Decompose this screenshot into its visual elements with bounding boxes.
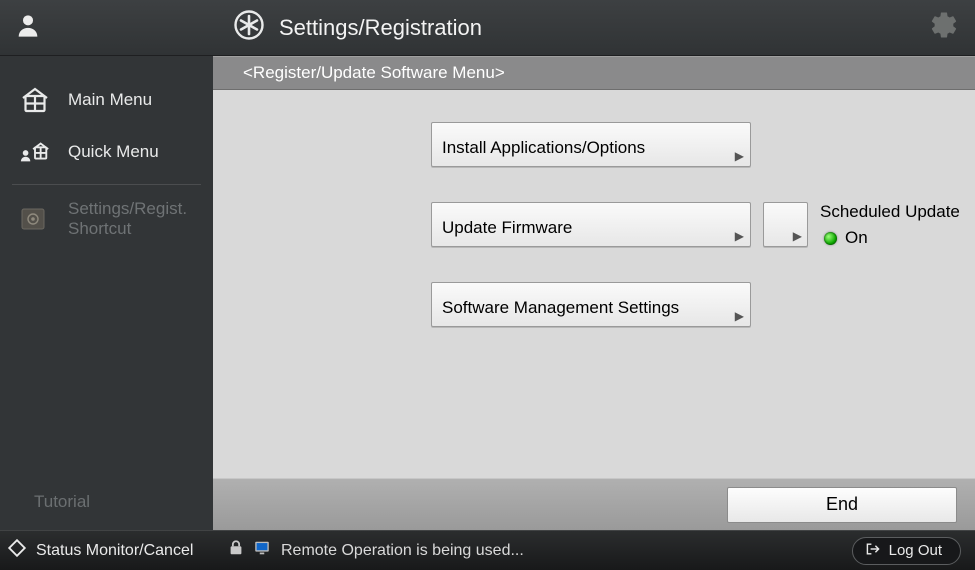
sidebar-item-label: Settings/Regist.Shortcut	[68, 199, 187, 238]
chevron-right-icon: ▶	[735, 309, 744, 323]
chevron-right-icon: ▶	[735, 149, 744, 163]
scheduled-update-button[interactable]: ▶	[763, 202, 808, 247]
page-title: Settings/Registration	[279, 15, 482, 41]
scheduled-status-text: On	[845, 228, 868, 248]
status-bar: Status Monitor/Cancel Remote Operation i…	[0, 530, 975, 570]
quick-menu-item[interactable]: Quick Menu	[0, 126, 213, 178]
tutorial-item[interactable]: Tutorial	[0, 480, 213, 530]
header: Settings/Registration	[213, 0, 975, 56]
quick-menu-icon	[18, 138, 52, 166]
diamond-icon	[6, 537, 28, 564]
scheduled-label: Scheduled Update	[820, 202, 960, 222]
button-label: Update Firmware	[442, 218, 572, 237]
sidebar-divider	[12, 184, 201, 185]
sidebar-nav: Main Menu	[0, 56, 213, 250]
content: Install Applications/Options ▶ Update Fi…	[213, 90, 975, 478]
lock-icon	[227, 539, 245, 562]
status-monitor-button[interactable]: Status Monitor/Cancel	[6, 537, 213, 564]
breadcrumb-text: <Register/Update Software Menu>	[243, 63, 505, 83]
user-icon	[14, 11, 42, 44]
monitor-icon	[253, 539, 271, 562]
software-management-button[interactable]: Software Management Settings ▶	[431, 282, 751, 327]
logout-label: Log Out	[889, 542, 942, 559]
main-menu-item[interactable]: Main Menu	[0, 74, 213, 126]
logout-button[interactable]: Log Out	[852, 537, 961, 565]
status-led-icon	[824, 232, 837, 245]
install-applications-button[interactable]: Install Applications/Options ▶	[431, 122, 751, 167]
status-icons	[227, 539, 271, 562]
end-button[interactable]: End	[727, 487, 957, 523]
sidebar-item-label: Quick Menu	[68, 142, 159, 162]
gear-note-icon	[18, 205, 52, 233]
gear-icon[interactable]	[929, 10, 959, 45]
button-label: End	[826, 494, 858, 514]
settings-shortcut-item[interactable]: Settings/Regist.Shortcut	[0, 187, 213, 250]
sidebar-item-label: Main Menu	[68, 90, 152, 110]
main: Settings/Registration <Register/Update S…	[213, 0, 975, 530]
chevron-right-icon: ▶	[793, 229, 802, 243]
chevron-right-icon: ▶	[735, 229, 744, 243]
breadcrumb: <Register/Update Software Menu>	[213, 56, 975, 90]
status-message: Remote Operation is being used...	[281, 542, 524, 560]
status-monitor-label: Status Monitor/Cancel	[36, 542, 193, 560]
asterisk-icon	[233, 9, 265, 46]
scheduled-update-status: Scheduled Update On	[820, 202, 960, 248]
footer-bar: End	[213, 478, 975, 530]
user-row	[0, 0, 213, 56]
button-label: Software Management Settings	[442, 298, 679, 317]
sidebar: Main Menu	[0, 0, 213, 530]
update-firmware-button[interactable]: Update Firmware ▶	[431, 202, 751, 247]
button-label: Install Applications/Options	[442, 138, 645, 157]
home-icon	[18, 86, 52, 114]
tutorial-label: Tutorial	[34, 492, 90, 512]
logout-icon	[865, 542, 881, 560]
